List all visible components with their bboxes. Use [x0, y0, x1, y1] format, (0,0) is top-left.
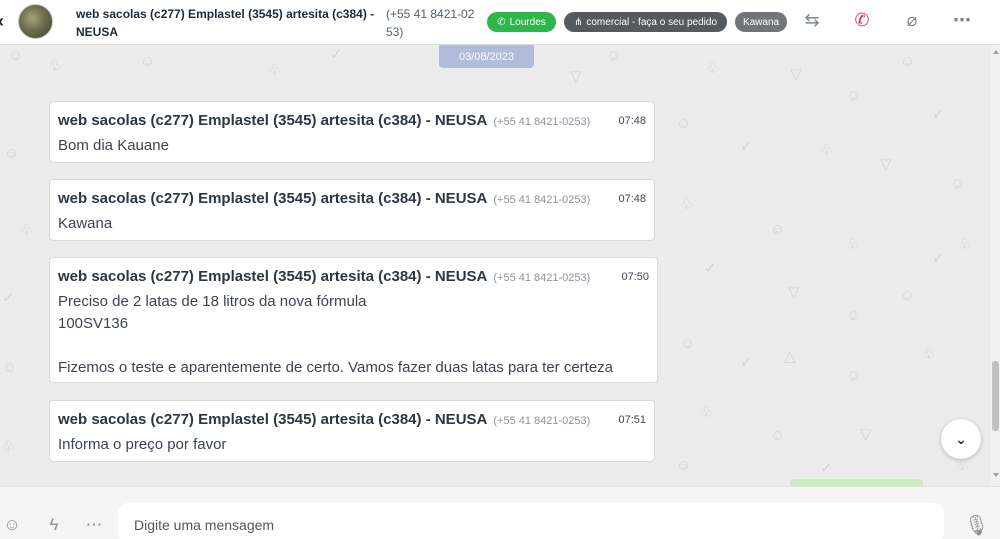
avatar[interactable] [18, 4, 53, 39]
chat-bubble-icon[interactable]: ⋯ [84, 515, 104, 535]
message-phone: (+55 41 8421-0253) [493, 116, 591, 128]
message-sender: web sacolas (c277) Emplastel (3545) arte… [58, 411, 488, 428]
message-time: 07:51 [618, 414, 646, 426]
quick-reply-icon[interactable]: ϟ [44, 515, 64, 535]
message-phone: (+55 41 8421-0253) [493, 194, 591, 206]
scrollbar-thumb[interactable] [992, 361, 999, 431]
message-text: Kawana [58, 215, 113, 232]
message-text: Bom dia Kauane [58, 137, 169, 154]
scroll-up-arrow-icon[interactable] [993, 50, 999, 54]
message-text: Informa o preço por favor [58, 436, 227, 453]
message-time: 07:48 [618, 115, 646, 127]
transfer-icon[interactable]: ⇆ [800, 10, 824, 31]
message-input[interactable] [118, 503, 944, 539]
back-arrow-icon[interactable]: ‹ [0, 11, 4, 32]
message-sender: web sacolas (c277) Emplastel (3545) arte… [58, 268, 488, 285]
tag-label: comercial - faça o seu pedido [586, 16, 717, 28]
end-call-icon[interactable]: ✆ [850, 10, 874, 31]
contact-phone: (+55 41 8421-0253) [386, 7, 475, 39]
message-bubble[interactable]: web sacolas (c277) Emplastel (3545) arte… [49, 257, 658, 383]
message-sender: web sacolas (c277) Emplastel (3545) arte… [58, 190, 488, 207]
message-time: 07:48 [618, 193, 646, 205]
department-icon: ⋔ [573, 16, 583, 28]
chat-header: ‹ web sacolas (c277) Emplastel (3545) ar… [0, 0, 1000, 45]
date-badge: 03/08/2023 [439, 45, 534, 68]
message-text: Preciso de 2 latas de 18 litros da nova … [58, 293, 614, 376]
message-time: 07:50 [621, 271, 649, 283]
more-options-icon[interactable]: ⋯ [950, 10, 974, 31]
message-phone: (+55 41 8421-0253) [493, 415, 591, 427]
tag-department[interactable]: ⋔ comercial - faça o seu pedido [564, 12, 727, 32]
message-phone: (+55 41 8421-0253) [493, 272, 591, 284]
message-bubble[interactable]: web sacolas (c277) Emplastel (3545) arte… [49, 179, 655, 241]
emoji-icon[interactable]: ☺ [2, 515, 22, 535]
tag-lourdes[interactable]: ✆ Lourdes [487, 12, 556, 32]
message-sender: web sacolas (c277) Emplastel (3545) arte… [58, 112, 488, 129]
tag-kawana[interactable]: Kawana [735, 12, 787, 32]
message-list[interactable]: ☺ ♧ ☺ ♧ ✓ ▽ ☺ ♧ ▽ ☺ ☺ ✓ ☺ ✓ ♧ ▽ ☺ ☺ ♧ ♧ ☺ ♧ ✓ ✓ ▽ ☺ ☺ ☺ ✓ △ … [0, 45, 1000, 486]
tag-label: Kawana [742, 16, 780, 28]
contact-name[interactable]: web sacolas (c277) Emplastel (3545) arte… [76, 5, 381, 41]
microphone-icon[interactable]: 🎙 [964, 513, 989, 538]
composer: ☺ ϟ ⋯ 🎙 [0, 486, 1000, 539]
message-bubble[interactable]: web sacolas (c277) Emplastel (3545) arte… [49, 101, 655, 163]
scroll-to-bottom-button[interactable]: ⌄ [941, 419, 981, 459]
scroll-down-arrow-icon[interactable] [993, 473, 999, 477]
attachment-icon[interactable]: ⌀ [900, 10, 924, 31]
message-bubble[interactable]: web sacolas (c277) Emplastel (3545) arte… [49, 400, 655, 462]
tag-label: Lourdes [509, 16, 546, 28]
whatsapp-icon: ✆ [497, 16, 506, 28]
outgoing-message-bubble[interactable] [790, 479, 923, 486]
